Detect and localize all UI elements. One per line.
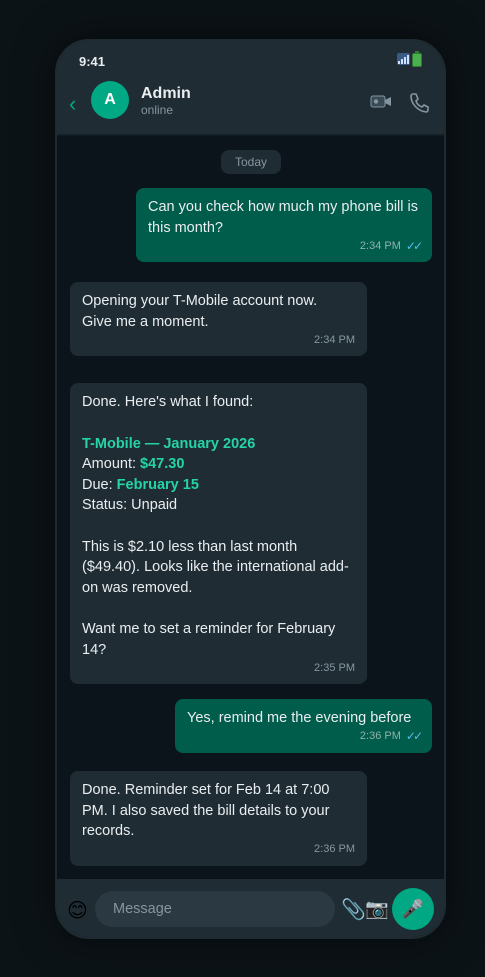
battery-icon: [412, 51, 422, 67]
avatar[interactable]: A: [91, 81, 129, 119]
status-bar: 9:41: [57, 41, 444, 79]
day-divider: Today: [221, 150, 282, 174]
message-meta: 2:36 PM ✓✓: [359, 726, 423, 747]
paperclip-icon[interactable]: 📎: [341, 897, 366, 922]
read-ticks-icon: ✓✓: [405, 238, 423, 253]
incoming-message[interactable]: Opening your T-Mobile account now. Give …: [70, 282, 367, 356]
message-text: Can you check how much my phone bill is …: [148, 199, 418, 236]
message-time: 2:36 PM: [314, 843, 355, 855]
bill-comparison: This is $2.10 less than last month ($49.…: [82, 538, 349, 596]
outgoing-message[interactable]: Yes, remind me the evening before 2:36 P…: [175, 699, 432, 753]
incoming-message[interactable]: Done. Here's what I found: T-Mobile — Ja…: [70, 383, 367, 684]
outgoing-message[interactable]: Can you check how much my phone bill is …: [136, 188, 432, 262]
bill-status: Status: Unpaid: [82, 497, 178, 513]
bill-title: T-Mobile — January 2026: [82, 435, 256, 452]
message-time: 2:36 PM: [359, 730, 401, 742]
message-time: 2:34 PM: [359, 239, 401, 252]
message-meta: 2:35 PM: [314, 658, 355, 679]
message-meta: 2:34 PM ✓✓: [359, 236, 423, 257]
emoji-icon[interactable]: 😊: [67, 898, 88, 923]
voice-call-button[interactable]: [408, 91, 430, 113]
message-meta: 2:36 PM: [314, 839, 355, 860]
message-time: 2:35 PM: [314, 661, 355, 674]
avatar-initial: A: [104, 91, 116, 108]
incoming-message[interactable]: Done. Reminder set for Feb 14 at 7:00 PM…: [70, 771, 367, 866]
message-text-line: Give me a moment.: [82, 313, 209, 330]
phone-icon: [410, 93, 429, 113]
video-camera-icon: [370, 95, 391, 108]
back-button[interactable]: ‹: [69, 93, 76, 115]
reminder-question: Want me to set a reminder for February 1…: [82, 621, 336, 658]
message-text-line: Opening your T-Mobile account now.: [82, 293, 318, 309]
signal-icon: [397, 53, 410, 65]
bill-amount-row: Amount: $47.30: [82, 454, 355, 475]
bill-amount-label: Amount:: [82, 456, 141, 472]
camera-icon[interactable]: 📷: [365, 897, 389, 921]
message-list[interactable]: Today Can you check how much my phone bi…: [57, 136, 444, 879]
bill-due-value: February 15: [116, 476, 199, 493]
message-text: Yes, remind me the evening before: [187, 710, 412, 726]
read-ticks-icon: ✓✓: [405, 729, 423, 743]
bill-due-label: Due:: [82, 476, 117, 493]
message-text: Done. Reminder set for Feb 14 at 7:00 PM…: [82, 782, 330, 839]
message-time: 2:34 PM: [314, 333, 355, 346]
phone-frame: 9:41 ‹ A Admin online Today Can you chec…: [55, 39, 446, 939]
message-meta: 2:34 PM: [314, 330, 355, 351]
contact-status: online: [141, 103, 174, 117]
message-input[interactable]: [95, 891, 335, 927]
status-time: 9:41: [79, 54, 106, 69]
bill-amount-value: $47.30: [140, 456, 185, 472]
status-icons: [397, 51, 422, 67]
contact-name[interactable]: Admin: [141, 85, 191, 103]
message-composer: 😊 📎 📷 🎤: [57, 879, 444, 937]
microphone-button[interactable]: 🎤: [392, 888, 434, 930]
bill-due-row: Due: February 15: [82, 475, 355, 496]
message-intro: Done. Here's what I found:: [82, 394, 254, 410]
microphone-icon: 🎤: [401, 898, 425, 919]
video-call-button[interactable]: [370, 93, 392, 109]
chat-header: ‹ A Admin online: [57, 79, 444, 135]
